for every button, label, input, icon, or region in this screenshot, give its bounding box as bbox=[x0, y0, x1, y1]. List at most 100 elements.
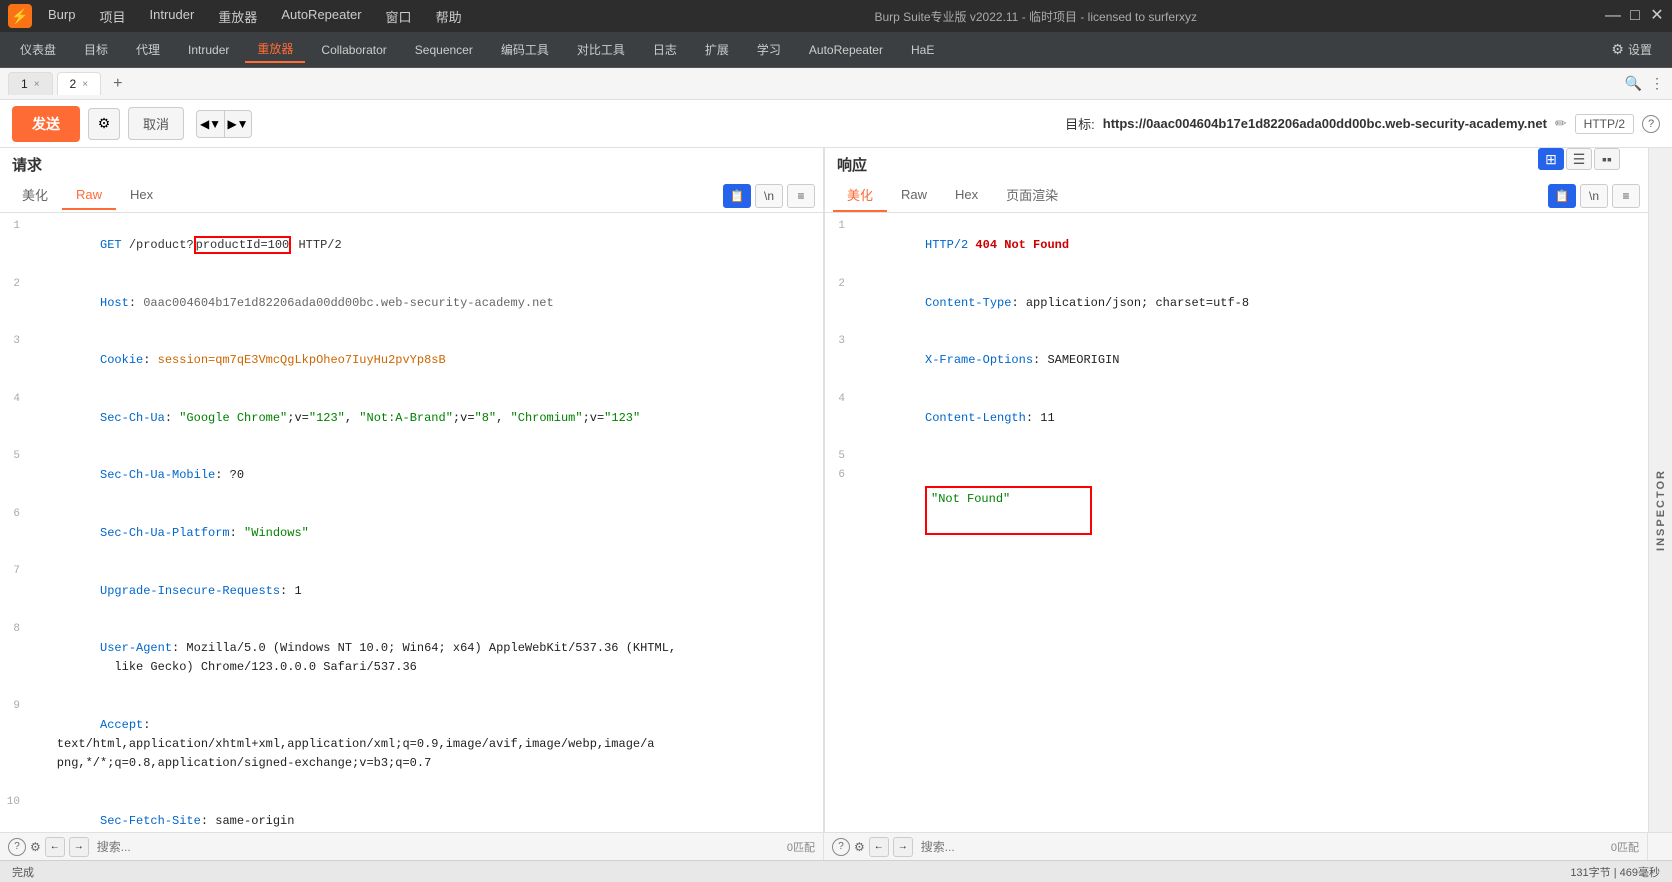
nav-encoder[interactable]: 编码工具 bbox=[489, 37, 561, 62]
nav-proxy[interactable]: 代理 bbox=[124, 37, 172, 62]
request-copy-tool[interactable]: 📋 bbox=[723, 184, 751, 208]
request-tab-raw[interactable]: Raw bbox=[62, 181, 116, 210]
productid-highlight: productId=100 bbox=[194, 236, 292, 254]
request-tab-hex[interactable]: Hex bbox=[116, 181, 167, 210]
menu-window[interactable]: 窗口 bbox=[382, 3, 416, 30]
toolbar-target: 目标: https://0aac004604b17e1d82206ada00dd… bbox=[1065, 114, 1660, 134]
settings-gear-icon: ⚙ bbox=[1611, 41, 1624, 58]
statusbar: 完成 131字节 | 469毫秒 bbox=[0, 860, 1672, 882]
menu-autorepeater[interactable]: AutoRepeater bbox=[277, 3, 365, 30]
request-line-2: 2 Host: 0aac004604b17e1d82206ada00dd00bc… bbox=[0, 275, 823, 333]
response-tab-tools: 📋 \n ≡ bbox=[1548, 184, 1640, 208]
response-tab-raw[interactable]: Raw bbox=[887, 181, 941, 210]
menu-project[interactable]: 项目 bbox=[95, 3, 129, 30]
response-line-5: 5 bbox=[825, 447, 1648, 466]
tab-more-icon[interactable]: ⋮ bbox=[1650, 75, 1664, 92]
nav-collaborator[interactable]: Collaborator bbox=[309, 39, 398, 61]
response-wrap-tool[interactable]: \n bbox=[1580, 184, 1608, 208]
toolbar-help-icon[interactable]: ? bbox=[1642, 115, 1660, 133]
settings-label: 设置 bbox=[1628, 41, 1652, 58]
menu-intruder[interactable]: Intruder bbox=[145, 3, 198, 30]
nav-dashboard[interactable]: 仪表盘 bbox=[8, 37, 68, 62]
request-line-8: 8 User-Agent: Mozilla/5.0 (Windows NT 10… bbox=[0, 620, 823, 697]
request-search-section: ? ⚙ ← → 0匹配 bbox=[0, 833, 824, 860]
response-next-match[interactable]: → bbox=[893, 837, 913, 857]
response-code-area[interactable]: 1 HTTP/2 404 Not Found 2 Content-Type: a… bbox=[825, 213, 1648, 832]
response-match-count: 0匹配 bbox=[1611, 839, 1639, 855]
response-tab-render[interactable]: 页面渲染 bbox=[992, 179, 1072, 212]
nav-learn[interactable]: 学习 bbox=[745, 37, 793, 62]
status-stats: 131字节 | 469毫秒 bbox=[1570, 864, 1660, 880]
request-search-gear[interactable]: ⚙ bbox=[30, 840, 41, 854]
request-menu-tool[interactable]: ≡ bbox=[787, 184, 815, 208]
minimize-button[interactable]: — bbox=[1606, 9, 1620, 23]
send-button[interactable]: 发送 bbox=[12, 106, 80, 142]
nav-hae[interactable]: HaE bbox=[899, 39, 946, 61]
nav-settings[interactable]: ⚙ 设置 bbox=[1599, 37, 1664, 62]
nav-repeater[interactable]: 重放器 bbox=[245, 36, 305, 63]
response-tab-beautify[interactable]: 美化 bbox=[833, 179, 887, 212]
titlebar: ⚡ Burp 项目 Intruder 重放器 AutoRepeater 窗口 帮… bbox=[0, 0, 1672, 32]
request-header-row: 请求 bbox=[0, 148, 823, 175]
window-controls: — □ ✕ bbox=[1606, 9, 1664, 23]
tab-add-button[interactable]: + bbox=[105, 71, 130, 97]
menu-help[interactable]: 帮助 bbox=[432, 3, 466, 30]
nav-autorepeater[interactable]: AutoRepeater bbox=[797, 39, 895, 61]
nav-arrows: ◀▼ ▶▼ bbox=[196, 110, 252, 138]
view-compact-btn[interactable]: ▪▪ bbox=[1594, 148, 1620, 170]
request-next-match[interactable]: → bbox=[69, 837, 89, 857]
request-prev-match[interactable]: ← bbox=[45, 837, 65, 857]
tab-1-label: 1 bbox=[21, 77, 28, 91]
request-wrap-tool[interactable]: \n bbox=[755, 184, 783, 208]
response-prev-match[interactable]: ← bbox=[869, 837, 889, 857]
response-title: 响应 bbox=[837, 154, 867, 175]
response-copy-tool[interactable]: 📋 bbox=[1548, 184, 1576, 208]
request-code-area[interactable]: 1 GET /product?productId=100 HTTP/2 2 Ho… bbox=[0, 213, 823, 832]
tab-search-icon[interactable]: 🔍 bbox=[1625, 75, 1642, 92]
request-line-10: 10 Sec-Fetch-Site: same-origin bbox=[0, 793, 823, 832]
view-horiz-btn[interactable]: ☰ bbox=[1566, 148, 1592, 170]
response-line-3: 3 X-Frame-Options: SAMEORIGIN bbox=[825, 332, 1648, 390]
menu-repeater[interactable]: 重放器 bbox=[214, 3, 261, 30]
response-search-gear[interactable]: ⚙ bbox=[854, 840, 865, 854]
next-button[interactable]: ▶▼ bbox=[224, 110, 252, 138]
nav-comparer[interactable]: 对比工具 bbox=[565, 37, 637, 62]
response-menu-tool[interactable]: ≡ bbox=[1612, 184, 1640, 208]
tab-1[interactable]: 1 × bbox=[8, 72, 53, 95]
request-tab-beautify[interactable]: 美化 bbox=[8, 179, 62, 212]
request-line-9: 9 Accept: text/html,application/xhtml+xm… bbox=[0, 697, 823, 793]
menu-burp[interactable]: Burp bbox=[44, 3, 79, 30]
toolbar-gear-button[interactable]: ⚙ bbox=[88, 108, 120, 140]
app-logo: ⚡ bbox=[8, 4, 32, 28]
nav-logger[interactable]: 日志 bbox=[641, 37, 689, 62]
close-button[interactable]: ✕ bbox=[1650, 9, 1664, 23]
status-text: 完成 bbox=[12, 864, 34, 880]
nav-target[interactable]: 目标 bbox=[72, 37, 120, 62]
tab-2-label: 2 bbox=[70, 77, 77, 91]
toolbar: 发送 ⚙ 取消 ◀▼ ▶▼ 目标: https://0aac004604b17e… bbox=[0, 100, 1672, 148]
tab-2[interactable]: 2 × bbox=[57, 72, 102, 95]
cancel-button[interactable]: 取消 bbox=[128, 107, 184, 140]
request-search-help[interactable]: ? bbox=[8, 838, 26, 856]
request-search-input[interactable] bbox=[93, 838, 783, 856]
response-tab-hex[interactable]: Hex bbox=[941, 181, 992, 210]
response-line-2: 2 Content-Type: application/json; charse… bbox=[825, 275, 1648, 333]
request-tabs: 美化 Raw Hex 📋 \n ≡ bbox=[0, 175, 823, 213]
request-line-1: 1 GET /product?productId=100 HTTP/2 bbox=[0, 217, 823, 275]
nav-extensions[interactable]: 扩展 bbox=[693, 37, 741, 62]
nav-sequencer[interactable]: Sequencer bbox=[403, 39, 485, 61]
tab-1-close[interactable]: × bbox=[34, 79, 40, 90]
view-split-btn[interactable]: ⊞ bbox=[1538, 148, 1564, 170]
http-version-badge[interactable]: HTTP/2 bbox=[1575, 114, 1634, 134]
response-search-input[interactable] bbox=[917, 838, 1607, 856]
response-line-6: 6 "Not Found" bbox=[825, 466, 1648, 554]
tab-bar: 1 × 2 × + 🔍 ⋮ bbox=[0, 68, 1672, 100]
target-edit-icon[interactable]: ✏ bbox=[1555, 115, 1567, 132]
restore-button[interactable]: □ bbox=[1628, 9, 1642, 23]
tab-2-close[interactable]: × bbox=[82, 79, 88, 90]
nav-intruder[interactable]: Intruder bbox=[176, 39, 241, 61]
request-panel: 请求 美化 Raw Hex 📋 \n ≡ 1 GET /product?prod… bbox=[0, 148, 825, 832]
response-search-help[interactable]: ? bbox=[832, 838, 850, 856]
prev-button[interactable]: ◀▼ bbox=[196, 110, 224, 138]
request-line-7: 7 Upgrade-Insecure-Requests: 1 bbox=[0, 562, 823, 620]
